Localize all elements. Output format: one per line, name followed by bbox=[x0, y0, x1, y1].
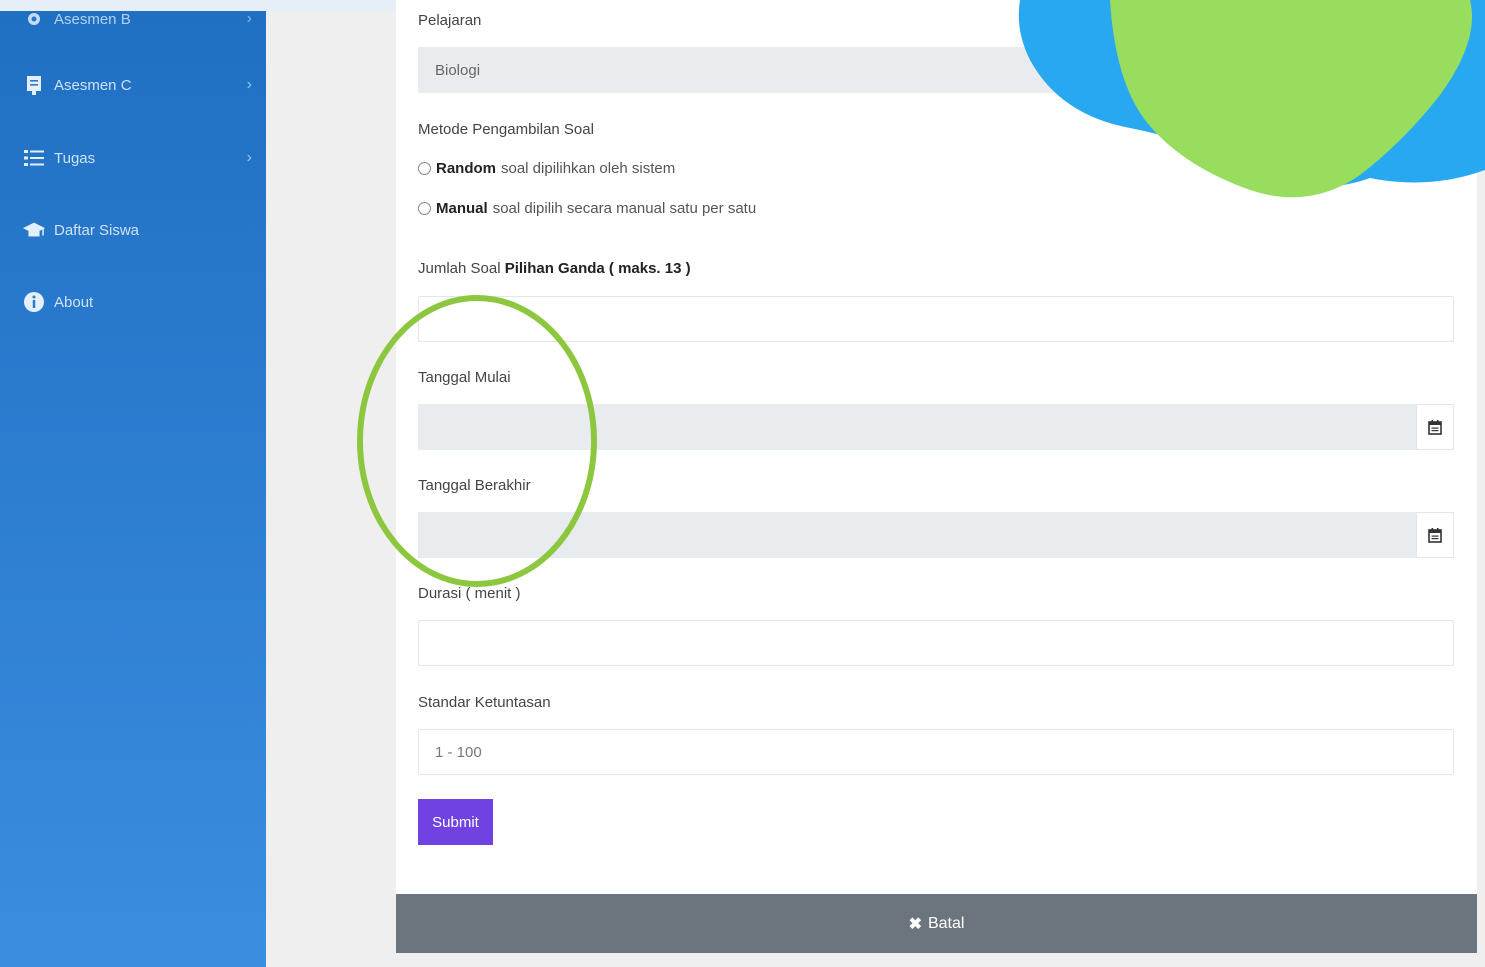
option-manual-bold: Manual bbox=[436, 200, 488, 217]
option-random-text: soal dipilihkan oleh sistem bbox=[501, 160, 676, 177]
jumlah-label-prefix: Jumlah Soal bbox=[418, 260, 501, 277]
jumlah-label-bold: Pilihan Ganda ( maks. 13 ) bbox=[504, 260, 691, 277]
jumlah-soal-label: Jumlah Soal Pilihan Ganda ( maks. 13 ) bbox=[418, 260, 691, 277]
standar-ketuntasan-label: Standar Ketuntasan bbox=[418, 694, 551, 711]
calendar-icon[interactable] bbox=[1416, 404, 1454, 450]
close-icon: ✖ bbox=[908, 915, 922, 933]
sidebar-item-tugas[interactable]: Tugas › bbox=[22, 144, 258, 172]
sidebar-item-daftar-siswa[interactable]: Daftar Siswa bbox=[22, 216, 258, 244]
decorative-blob bbox=[1018, 0, 1485, 198]
sidebar-item-label: About bbox=[54, 293, 94, 311]
sidebar-item-about[interactable]: About bbox=[22, 288, 258, 316]
durasi-input[interactable] bbox=[418, 620, 1454, 666]
sidebar: Asesmen B › Asesmen C › Tugas › Daftar S… bbox=[0, 10, 266, 967]
sidebar-item-asesmen-c[interactable]: Asesmen C › bbox=[22, 71, 258, 99]
chevron-right-icon: › bbox=[246, 149, 252, 166]
calendar-icon[interactable] bbox=[1416, 512, 1454, 558]
annotation-circle bbox=[357, 295, 597, 587]
chevron-right-icon: › bbox=[246, 10, 252, 27]
chevron-right-icon: › bbox=[246, 76, 252, 93]
standar-placeholder: 1 - 100 bbox=[435, 743, 482, 761]
sidebar-item-label: Asesmen B bbox=[54, 10, 131, 28]
gear-icon bbox=[22, 7, 46, 31]
option-random-bold: Random bbox=[436, 160, 496, 177]
pelajaran-value: Biologi bbox=[435, 61, 481, 79]
sidebar-item-asesmen-b[interactable]: Asesmen B › bbox=[22, 5, 258, 33]
sidebar-item-label: Asesmen C bbox=[54, 76, 132, 94]
sidebar-item-label: Daftar Siswa bbox=[54, 221, 140, 239]
sidebar-item-label: Tugas bbox=[54, 149, 96, 167]
option-manual-text: soal dipilih secara manual satu per satu bbox=[492, 200, 757, 217]
info-icon bbox=[22, 290, 46, 314]
radio-random[interactable] bbox=[418, 162, 431, 175]
submit-button[interactable]: Submit bbox=[418, 799, 493, 845]
standar-ketuntasan-input[interactable]: 1 - 100 bbox=[418, 729, 1454, 775]
graduation-cap-icon bbox=[22, 218, 46, 242]
radio-manual[interactable] bbox=[418, 202, 431, 215]
document-icon bbox=[22, 73, 46, 97]
metode-label: Metode Pengambilan Soal bbox=[418, 121, 594, 138]
option-manual[interactable]: Manual soal dipilih secara manual satu p… bbox=[418, 200, 756, 217]
list-icon bbox=[22, 146, 46, 170]
cancel-button[interactable]: ✖ Batal bbox=[396, 894, 1477, 953]
option-random[interactable]: Random soal dipilihkan oleh sistem bbox=[418, 160, 675, 177]
pelajaran-label: Pelajaran bbox=[418, 12, 482, 29]
cancel-label: Batal bbox=[927, 914, 965, 932]
